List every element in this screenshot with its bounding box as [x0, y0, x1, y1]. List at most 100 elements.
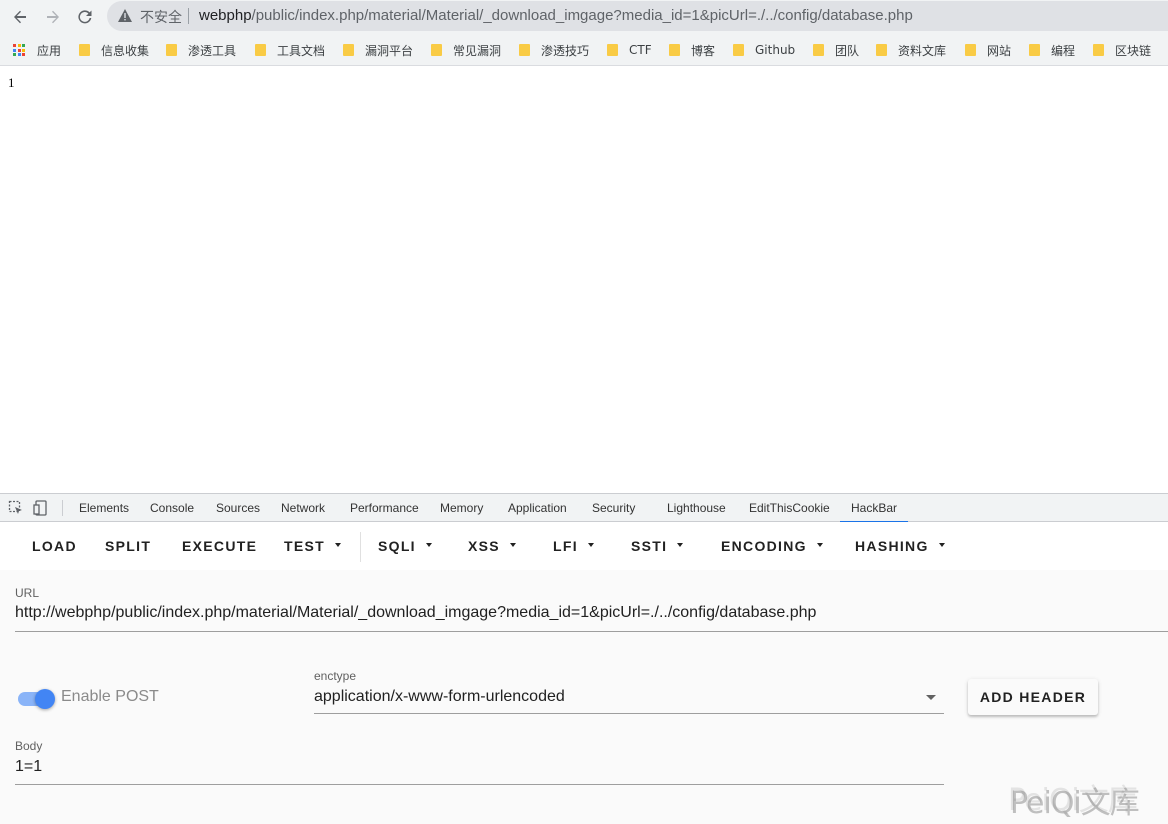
tab-sources[interactable]: Sources — [216, 494, 260, 522]
enable-post-label: Enable POST — [61, 688, 159, 705]
arrow-left-icon — [14, 10, 26, 24]
browser-toolbar: 不安全 webphp/public/index.php/material/Mat… — [0, 0, 1168, 34]
caret-down-icon — [425, 543, 432, 548]
body-field[interactable]: 1=1 — [15, 758, 42, 776]
tab-editthiscookie[interactable]: EditThisCookie — [749, 494, 830, 522]
body-field-underline — [15, 784, 944, 785]
button-label: LFI — [553, 538, 578, 554]
tab-elements[interactable]: Elements — [79, 494, 129, 522]
split-button[interactable]: SPLIT — [105, 522, 151, 570]
arrow-right-icon — [47, 10, 59, 24]
tab-lighthouse[interactable]: Lighthouse — [667, 494, 726, 522]
sqli-button[interactable]: SQLI — [378, 522, 432, 570]
hackbar-toolbar: LOAD SPLIT EXECUTE TEST SQLI XSS LFI SSTI ENCODI… — [0, 522, 1168, 570]
xss-button[interactable]: XSS — [468, 522, 516, 570]
devtools-panel: Elements Console Sources Network Performance… — [0, 493, 1168, 824]
bookmarks-bar: 应用 信息收集 渗透工具 工具文档 漏洞平台 常见漏洞 渗透技巧 CTF 博客 Github 团队 资… — [0, 34, 1168, 66]
bookmark-folder[interactable]: 漏洞平台 — [343, 34, 413, 66]
bookmark-folder[interactable]: 博客 — [669, 34, 715, 66]
url-field-underline — [15, 631, 1168, 632]
button-label: ENCODING — [721, 538, 807, 554]
page-viewport: 1 — [0, 67, 1168, 493]
bookmark-label: Github — [755, 43, 796, 57]
reload-icon — [78, 10, 92, 24]
ssti-button[interactable]: SSTI — [631, 522, 684, 570]
address-bar[interactable]: 不安全 webphp/public/index.php/material/Mat… — [107, 1, 1168, 31]
bookmark-folder[interactable]: 渗透工具 — [166, 34, 236, 66]
tab-console[interactable]: Console — [150, 494, 194, 522]
add-header-button[interactable]: ADD HEADER — [968, 679, 1098, 715]
tab-security[interactable]: Security — [592, 494, 635, 522]
toolbar-divider — [360, 532, 361, 562]
url-field[interactable]: http://webphp/public/index.php/material/… — [15, 604, 816, 622]
bookmark-apps[interactable]: 应用 — [13, 34, 61, 66]
bookmark-label: 信息收集 — [101, 43, 150, 58]
folder-icon — [519, 44, 530, 56]
test-button[interactable]: TEST — [284, 522, 341, 570]
caret-down-icon — [816, 543, 823, 548]
bookmark-label: 漏洞平台 — [365, 43, 414, 58]
caret-down-icon — [677, 543, 684, 548]
address-url[interactable]: webphp/public/index.php/material/Materia… — [199, 7, 913, 24]
folder-icon — [79, 44, 90, 56]
bookmark-folder[interactable]: 编程 — [1029, 34, 1075, 66]
tab-memory[interactable]: Memory — [440, 494, 483, 522]
enctype-select[interactable]: application/x-www-form-urlencoded — [314, 688, 565, 706]
tab-network[interactable]: Network — [281, 494, 325, 522]
warning-icon — [118, 9, 132, 22]
tab-performance[interactable]: Performance — [350, 494, 419, 522]
bookmark-folder[interactable]: 常见漏洞 — [431, 34, 501, 66]
bookmark-label: CTF — [629, 43, 652, 57]
body-field-label: Body — [15, 739, 43, 753]
bookmark-label: 编程 — [1051, 43, 1076, 58]
hashing-button[interactable]: HASHING — [855, 522, 945, 570]
button-label: TEST — [284, 538, 325, 554]
load-button[interactable]: LOAD — [32, 522, 77, 570]
folder-icon — [965, 44, 976, 56]
bookmark-folder[interactable]: 团队 — [813, 34, 859, 66]
omnibox-divider — [188, 8, 189, 24]
caret-down-icon — [587, 543, 594, 548]
button-label: SSTI — [631, 538, 668, 554]
folder-icon — [669, 44, 680, 56]
chevron-down-icon[interactable] — [926, 695, 936, 700]
bookmark-folder[interactable]: 渗透技巧 — [519, 34, 589, 66]
button-label: HASHING — [855, 538, 929, 554]
folder-icon — [431, 44, 442, 56]
toggle-thumb — [35, 689, 55, 709]
button-label: EXECUTE — [182, 538, 258, 554]
folder-icon — [1093, 44, 1104, 56]
enctype-underline — [314, 713, 944, 714]
bookmark-label: 常见漏洞 — [453, 43, 502, 58]
forward-button[interactable] — [40, 4, 66, 30]
bookmark-folder[interactable]: 网站 — [965, 34, 1011, 66]
bookmark-label: 渗透工具 — [188, 43, 237, 58]
caret-down-icon — [509, 543, 516, 548]
button-label: LOAD — [32, 538, 77, 554]
bookmark-folder[interactable]: 工具文档 — [255, 34, 325, 66]
devtools-tab-divider — [62, 500, 63, 516]
folder-icon — [255, 44, 266, 56]
bookmark-folder[interactable]: CTF — [607, 34, 652, 66]
device-toolbar-icon[interactable] — [33, 500, 49, 516]
bookmark-folder[interactable]: 信息收集 — [79, 34, 149, 66]
inspect-element-icon[interactable] — [8, 500, 24, 516]
bookmark-label: 博客 — [691, 43, 716, 58]
back-button[interactable] — [7, 4, 33, 30]
enable-post-toggle[interactable] — [16, 687, 56, 709]
bookmark-folder[interactable]: Github — [733, 34, 795, 66]
execute-button[interactable]: EXECUTE — [182, 522, 257, 570]
bookmark-folder[interactable]: 区块链 — [1093, 34, 1151, 66]
folder-icon — [343, 44, 354, 56]
insecure-label[interactable]: 不安全 — [140, 7, 182, 27]
encoding-button[interactable]: ENCODING — [721, 522, 823, 570]
button-label: SPLIT — [105, 538, 152, 554]
tab-application[interactable]: Application — [508, 494, 567, 522]
button-label: SQLI — [378, 538, 416, 554]
reload-button[interactable] — [72, 4, 98, 30]
url-path: /public/index.php/material/Material/_dow… — [251, 7, 913, 24]
bookmark-label: 网站 — [987, 43, 1012, 58]
tab-hackbar[interactable]: HackBar — [839, 494, 909, 523]
lfi-button[interactable]: LFI — [553, 522, 594, 570]
bookmark-folder[interactable]: 资料文库 — [876, 34, 946, 66]
